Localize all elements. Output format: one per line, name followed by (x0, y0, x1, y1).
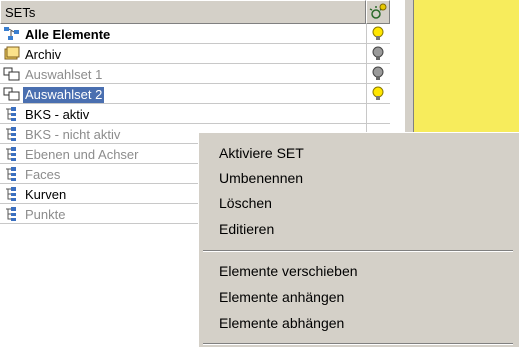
list-item-label: Alle Elemente (25, 27, 111, 42)
menu-item-elemente-verschieben[interactable]: Elemente verschieben (219, 262, 358, 280)
list-item-label: Punkte (25, 207, 66, 222)
list-header: SETs (0, 0, 390, 24)
group-icon (6, 147, 16, 161)
group-icon (6, 107, 16, 121)
menu-item-elemente-abhaengen[interactable]: Elemente abhängen (219, 314, 344, 332)
group-icon (6, 167, 16, 181)
bulb-off-icon[interactable] (370, 66, 386, 82)
group-icon (6, 207, 16, 221)
list-item-label: BKS - nicht aktiv (25, 127, 121, 142)
list-item-label: Auswahlset 2 (23, 87, 105, 103)
group-icon (6, 127, 16, 141)
list-item-label: Faces (25, 167, 61, 182)
menu-item-umbenennen[interactable]: Umbenennen (219, 169, 303, 187)
list-item-bks-aktiv[interactable]: BKS - aktiv (0, 104, 390, 124)
list-item-label: Archiv (25, 47, 62, 62)
menu-item-elemente-anhaengen[interactable]: Elemente anhängen (219, 288, 344, 306)
menu-separator (203, 343, 513, 345)
list-item-archiv[interactable]: Archiv (0, 44, 390, 64)
context-menu: Aktiviere SET Umbenennen Löschen Editier… (198, 132, 519, 347)
bulb-off-icon[interactable] (370, 46, 386, 62)
list-item-auswahlset-1[interactable]: Auswahlset 1 (0, 64, 390, 84)
menu-item-editieren[interactable]: Editieren (219, 220, 274, 238)
list-item-label: Auswahlset 1 (25, 67, 103, 82)
bulb-on-icon[interactable] (370, 86, 386, 102)
menu-item-loeschen[interactable]: Löschen (219, 194, 272, 212)
list-item-label: BKS - aktiv (25, 107, 90, 122)
list-item-alle-elemente[interactable]: Alle Elemente (0, 24, 390, 44)
list-item-label: Kurven (25, 187, 67, 202)
lamp-header-icon (369, 3, 387, 19)
list-item-auswahlset-2[interactable]: Auswahlset 2 (0, 84, 390, 104)
selection-set-icon (3, 87, 20, 101)
list-item-label: Ebenen und Achser (25, 147, 139, 162)
all-elements-icon (4, 27, 19, 40)
group-icon (6, 187, 16, 201)
column-header-lamp[interactable] (366, 0, 390, 24)
column-header-sets[interactable]: SETs (0, 0, 366, 24)
menu-item-aktiviere-set[interactable]: Aktiviere SET (219, 144, 304, 162)
archive-icon (4, 46, 20, 60)
bulb-on-icon[interactable] (370, 26, 386, 42)
selection-set-icon (3, 67, 20, 81)
menu-separator (203, 250, 513, 252)
